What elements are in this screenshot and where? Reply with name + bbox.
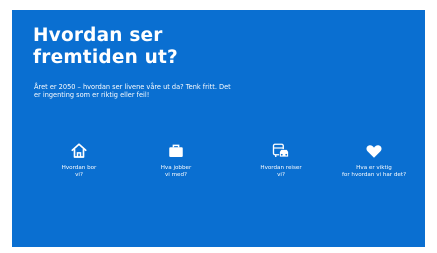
option-wellbeing-label: Hva er viktig for hvordan vi har det?	[341, 165, 407, 178]
slide-frame: Hvordan ser fremtiden ut? Året er 2050 –…	[0, 0, 437, 253]
heart-icon	[366, 145, 382, 158]
option-housing-label: Hvordan bor vi?	[61, 165, 97, 178]
home-icon	[71, 143, 87, 158]
page-title-line-2: fremtiden ut?	[33, 47, 178, 68]
option-work-label: Hva jobber vi med?	[160, 165, 192, 178]
option-wellbeing[interactable]: Hva er viktig for hvordan vi har det?	[326, 142, 422, 179]
page-title: Hvordan ser fremtiden ut?	[33, 25, 293, 69]
page-title-line-1: Hvordan ser	[33, 25, 163, 46]
vehicles-icon	[272, 143, 289, 158]
briefcase-icon	[169, 144, 183, 157]
slide-panel: Hvordan ser fremtiden ut? Året er 2050 –…	[12, 10, 425, 247]
intro-text: Året er 2050 – hvordan ser livene våre u…	[34, 83, 231, 100]
option-travel[interactable]: Hvordan reiser vi?	[233, 142, 329, 179]
option-housing[interactable]: Hvordan bor vi?	[31, 142, 127, 179]
option-work[interactable]: Hva jobber vi med?	[128, 142, 224, 179]
option-travel-label: Hvordan reiser vi?	[260, 165, 302, 178]
